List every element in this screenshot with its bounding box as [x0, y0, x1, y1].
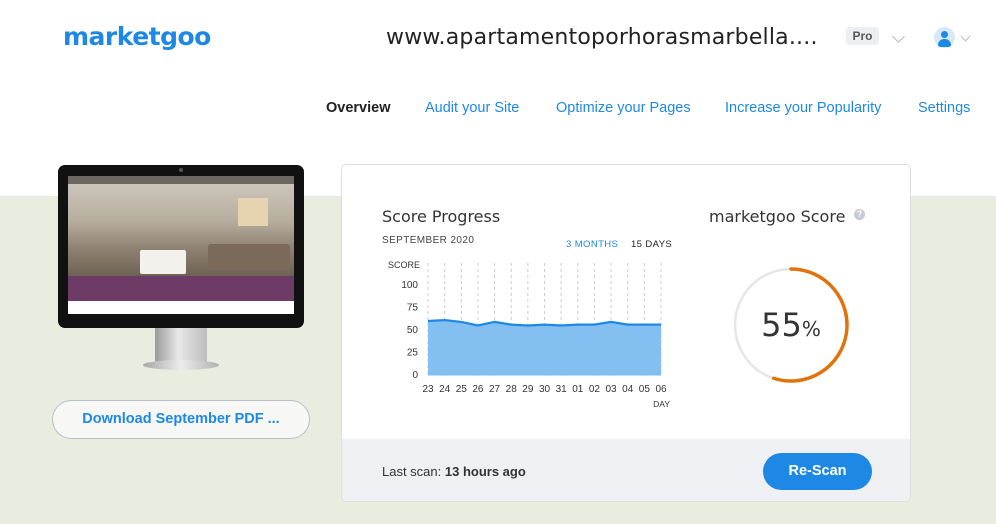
- y-tick-label: 0: [412, 370, 418, 381]
- screenshot-wall-art: [238, 198, 268, 226]
- site-url: www.apartamentoporhorasmarbella....: [386, 25, 818, 50]
- question-icon[interactable]: ?: [854, 209, 865, 220]
- last-scan-label: Last scan:: [382, 464, 442, 479]
- x-axis-label: DAY: [653, 399, 670, 409]
- nav-increase-your-popularity[interactable]: Increase your Popularity: [725, 100, 881, 116]
- user-avatar-icon[interactable]: [934, 27, 955, 48]
- x-tick-label: 02: [589, 384, 601, 395]
- score-progress-title: Score Progress: [382, 207, 501, 226]
- user-menu-chevron-icon[interactable]: [960, 31, 971, 42]
- score-number: 55: [761, 306, 802, 344]
- site-screenshot: [68, 176, 294, 314]
- rescan-button[interactable]: Re-Scan: [763, 453, 872, 490]
- x-tick-label: 26: [472, 384, 484, 395]
- monitor-stand-base: [143, 360, 219, 370]
- x-tick-label: 29: [522, 384, 534, 395]
- monitor-camera: [179, 168, 183, 172]
- nav-overview[interactable]: Overview: [326, 100, 391, 116]
- x-tick-label: 24: [439, 384, 451, 395]
- score-progress-month: SEPTEMBER 2020: [382, 235, 475, 246]
- range-3-months-link[interactable]: 3 MONTHS: [566, 239, 618, 250]
- score-progress-chart: SCORE 0 25 50 75 100 23 24 25 26 27 28 29 30 31 01 02 03 0…: [388, 260, 670, 409]
- nav-audit-your-site[interactable]: Audit your Site: [425, 100, 519, 116]
- x-tick-label: 30: [539, 384, 551, 395]
- site-dropdown-chevron-icon[interactable]: [892, 30, 905, 43]
- y-tick-label: 100: [401, 280, 418, 291]
- y-tick-label: 75: [407, 303, 419, 314]
- score-value: 55%: [729, 306, 853, 344]
- y-tick-label: 50: [407, 325, 419, 336]
- score-card: Score Progress SEPTEMBER 2020 3 MONTHS 1…: [341, 164, 911, 502]
- screenshot-bed: [140, 250, 186, 274]
- marketgoo-logo[interactable]: marketgoo: [63, 22, 211, 51]
- y-tick-label: 25: [407, 348, 419, 359]
- score-unit: %: [801, 317, 821, 341]
- x-tick-label: 03: [606, 384, 618, 395]
- plan-badge: Pro: [846, 27, 879, 45]
- last-scan: Last scan: 13 hours ago: [382, 464, 526, 479]
- last-scan-value: 13 hours ago: [444, 464, 526, 479]
- x-tick-label: 23: [422, 384, 434, 395]
- x-tick-label: 25: [456, 384, 468, 395]
- x-tick-label: 31: [556, 384, 568, 395]
- x-tick-label: 05: [639, 384, 651, 395]
- nav-settings[interactable]: Settings: [918, 100, 970, 116]
- x-tick-label: 04: [622, 384, 634, 395]
- range-15-days-link[interactable]: 15 DAYS: [631, 239, 672, 250]
- screenshot-footer-band: [68, 276, 294, 301]
- score-area: [428, 320, 661, 375]
- user-body-shape: [938, 39, 951, 47]
- main-nav: Overview Audit your Site Optimize your P…: [0, 100, 996, 120]
- screenshot-sofa: [208, 244, 290, 270]
- nav-optimize-your-pages[interactable]: Optimize your Pages: [556, 100, 691, 116]
- download-pdf-button[interactable]: Download September PDF ...: [52, 400, 310, 439]
- monitor-stand-neck: [155, 328, 207, 362]
- x-tick-label: 06: [655, 384, 667, 395]
- screenshot-topbar: [68, 176, 294, 184]
- x-tick-label: 27: [489, 384, 501, 395]
- y-axis-label: SCORE: [388, 260, 420, 270]
- x-tick-label: 28: [506, 384, 518, 395]
- marketgoo-score-title: marketgoo Score: [709, 207, 846, 226]
- screenshot-photo: [68, 184, 294, 276]
- x-tick-label: 01: [572, 384, 584, 395]
- user-head-shape: [941, 31, 948, 38]
